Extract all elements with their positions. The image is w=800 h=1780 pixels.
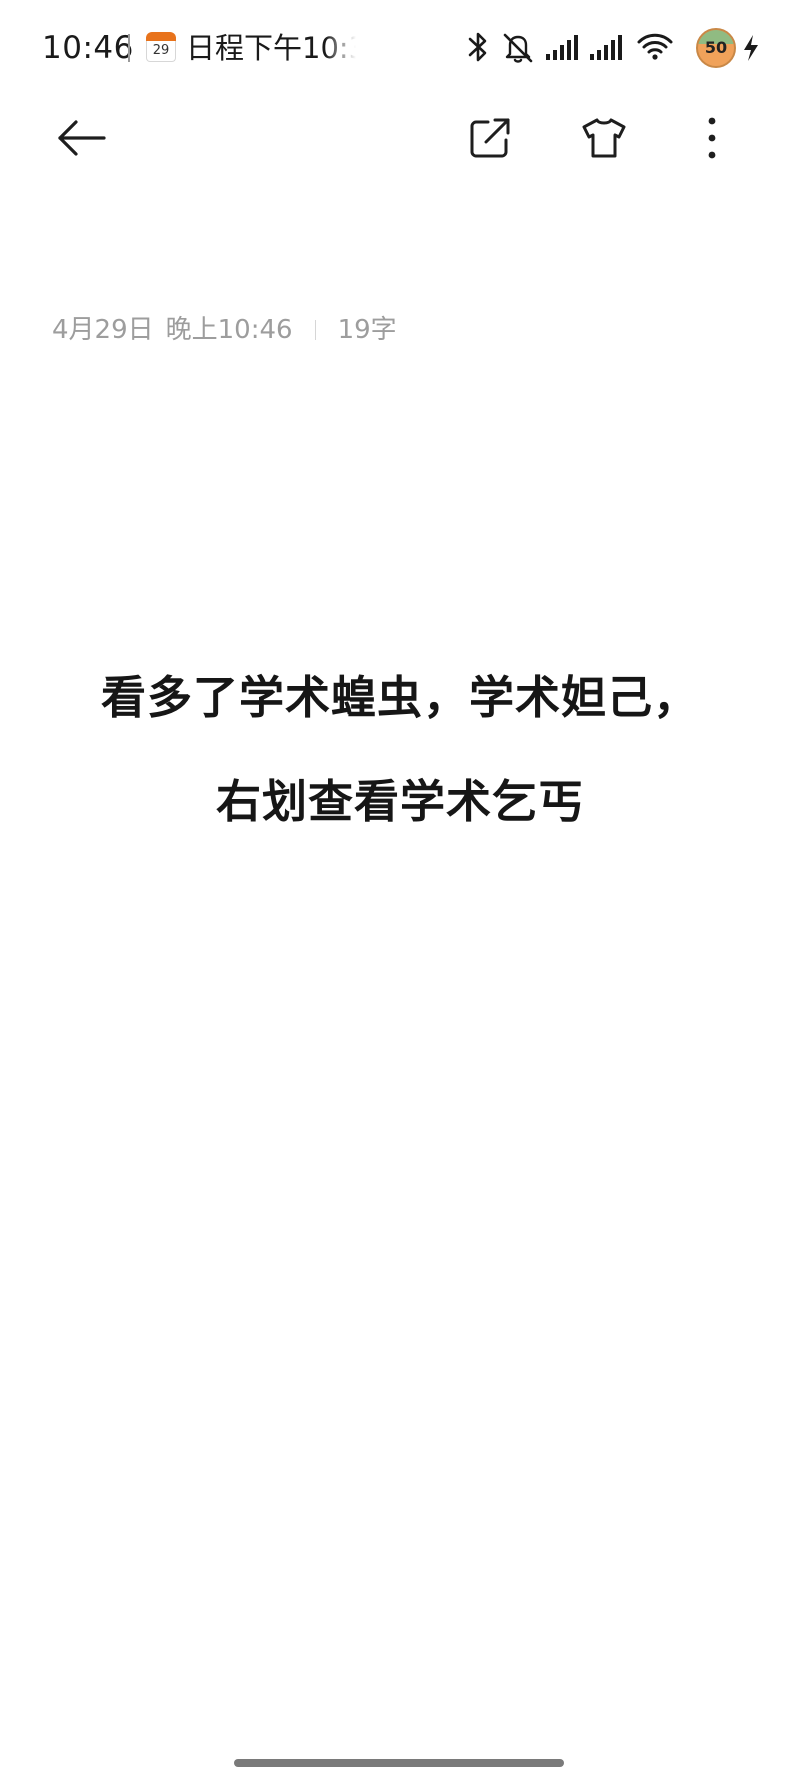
status-time: 10:46 <box>42 30 134 66</box>
signal-icon <box>590 35 622 60</box>
note-content[interactable]: 看多了学术蝗虫，学术妲己， 右划查看学术乞丐 <box>0 668 800 832</box>
note-meta: 4月29日 晚上10:46 19字 <box>52 312 397 348</box>
tshirt-icon <box>582 118 626 158</box>
bluetooth-icon <box>468 32 487 62</box>
more-button[interactable] <box>682 108 742 168</box>
charging-icon <box>744 35 758 61</box>
muted-bell-icon <box>503 33 533 63</box>
battery-level: 50 <box>704 38 728 57</box>
home-indicator[interactable] <box>234 1759 564 1767</box>
word-count: 19字 <box>337 315 397 345</box>
battery-icon: 50 <box>696 28 736 68</box>
status-bar: 10:46 29 日程下午10:3 50 <box>0 0 800 96</box>
calendar-day: 29 <box>146 41 176 62</box>
more-vertical-icon <box>708 117 716 159</box>
note-time: 晚上10:46 <box>165 315 293 345</box>
note-date: 4月29日 <box>52 315 154 345</box>
status-separator <box>128 34 130 62</box>
theme-button[interactable] <box>574 108 634 168</box>
share-external-icon <box>470 118 510 158</box>
note-line: 右划查看学术乞丐 <box>215 775 584 828</box>
share-button[interactable] <box>460 108 520 168</box>
signal-icon <box>546 35 578 60</box>
arrow-left-icon <box>58 120 106 156</box>
notification-text: 日程下午10:3 <box>186 31 356 65</box>
calendar-notification-icon: 29 <box>146 32 176 62</box>
wifi-icon <box>637 33 673 60</box>
meta-divider <box>314 320 316 340</box>
back-button[interactable] <box>52 108 112 168</box>
note-line: 看多了学术蝗虫，学术妲己， <box>100 671 699 724</box>
